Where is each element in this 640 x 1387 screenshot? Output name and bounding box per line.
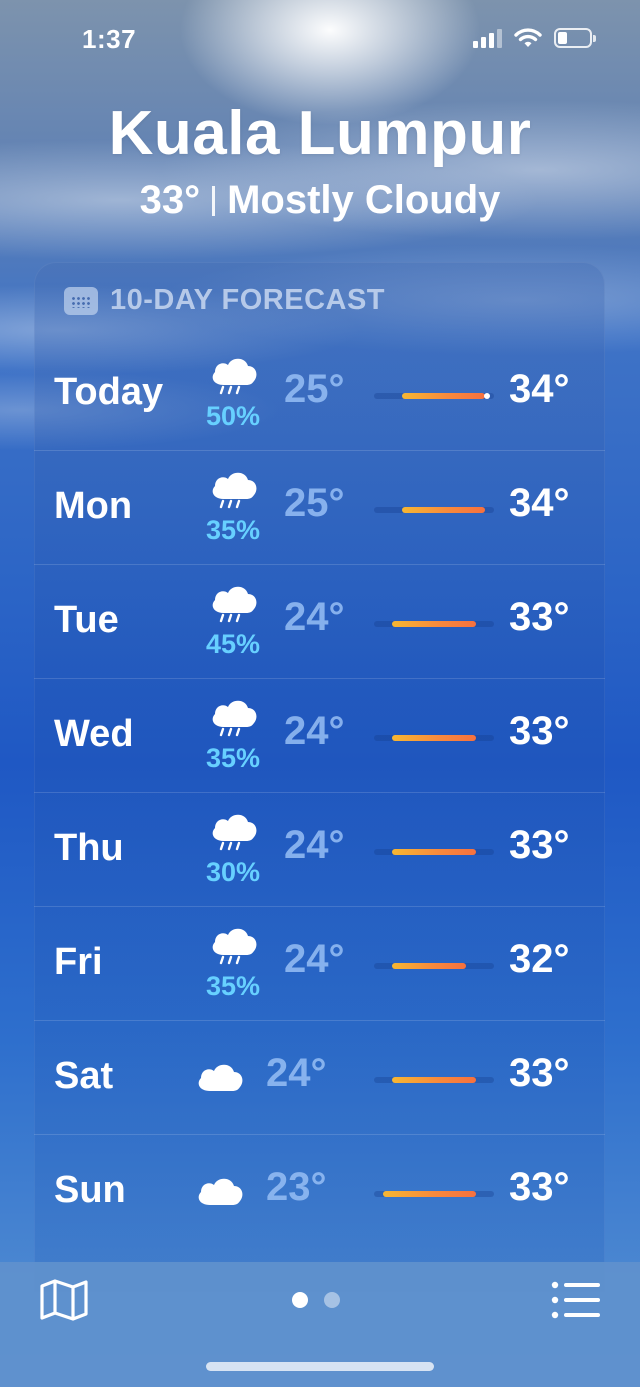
cloud-icon (198, 1064, 243, 1091)
temp-range-bar (401, 507, 485, 513)
status-time: 1:37 (82, 24, 137, 54)
forecast-card: 10-DAY FORECAST Today 50% 25° 34° Mon 35% 25° 3… (34, 262, 605, 1292)
low-temp: 24° (284, 937, 345, 981)
day-label: Today (54, 371, 164, 413)
list-icon[interactable] (550, 1279, 602, 1321)
temp-range-bar (392, 849, 476, 855)
low-temp: 24° (266, 1051, 327, 1095)
day-label: Sat (54, 1055, 114, 1097)
cellular-signal-icon (473, 28, 502, 48)
cloud-rain-icon (212, 700, 257, 737)
temp-range-track (374, 621, 494, 627)
city-name: Kuala Lumpur (108, 99, 532, 168)
temp-range-bar (392, 963, 467, 969)
temp-range-track (374, 1077, 494, 1083)
low-temp: 25° (284, 367, 345, 411)
high-temp: 33° (509, 1051, 570, 1095)
weather-icon-group (196, 1035, 270, 1125)
forecast-row[interactable]: Sun 23° 33° (34, 1134, 605, 1248)
forecast-row[interactable]: Wed 35% 24° 33° (34, 678, 605, 792)
forecast-list: Today 50% 25° 34° Mon 35% 25° 34° Tue 45% 24° 33° We… (34, 337, 605, 1248)
cloud-icon (198, 1178, 243, 1205)
weather-icon-group: 50% (196, 351, 270, 441)
high-temp: 33° (509, 823, 570, 867)
forecast-row[interactable]: Mon 35% 25° 34° (34, 450, 605, 564)
current-temp-dot (483, 393, 490, 399)
temp-range-track (374, 1191, 494, 1197)
weather-icon-group: 45% (196, 579, 270, 669)
low-temp: 24° (284, 823, 345, 867)
day-label: Mon (54, 485, 133, 527)
forecast-row[interactable]: Thu 30% 24° 33° (34, 792, 605, 906)
battery-icon (554, 28, 596, 48)
current-summary: 33° Mostly Cloudy (0, 178, 640, 223)
weather-icon-group: 30% (196, 807, 270, 897)
temp-range-bar (392, 1077, 476, 1083)
separator (212, 186, 216, 216)
map-icon[interactable] (38, 1277, 90, 1323)
high-temp: 33° (509, 595, 570, 639)
weather-icon-group (196, 1149, 270, 1239)
page-indicator[interactable] (292, 1292, 340, 1308)
precip-chance: 35% (205, 743, 261, 773)
cloud-rain-icon (212, 814, 257, 851)
page-dot-1[interactable] (292, 1292, 308, 1308)
day-label: Tue (54, 599, 119, 641)
day-label: Wed (54, 713, 134, 755)
home-indicator[interactable] (206, 1362, 434, 1371)
low-temp: 24° (284, 595, 345, 639)
high-temp: 34° (509, 367, 570, 411)
current-temp: 33° (139, 178, 201, 222)
weather-icon-group: 35% (196, 693, 270, 783)
day-label: Thu (54, 827, 124, 869)
temp-range-bar (392, 735, 476, 741)
temp-range-track (374, 393, 494, 399)
day-label: Fri (54, 941, 103, 983)
precip-chance: 50% (205, 401, 261, 431)
forecast-row[interactable]: Sat 24° 33° (34, 1020, 605, 1134)
temp-range-bar (392, 621, 476, 627)
calendar-icon (64, 286, 98, 315)
wifi-icon (514, 28, 542, 47)
temp-range-track (374, 735, 494, 741)
weather-icon-group: 35% (196, 921, 270, 1011)
low-temp: 24° (284, 709, 345, 753)
precip-chance: 30% (205, 857, 261, 887)
cloud-rain-icon (212, 358, 257, 395)
precip-chance: 35% (205, 971, 261, 1001)
temp-range-bar (401, 393, 485, 399)
page-dot-2[interactable] (324, 1292, 340, 1308)
high-temp: 32° (509, 937, 570, 981)
current-condition: Mostly Cloudy (227, 178, 501, 222)
forecast-row[interactable]: Fri 35% 24° 32° (34, 906, 605, 1020)
cloud-rain-icon (212, 472, 257, 509)
weather-icon-group: 35% (196, 465, 270, 555)
forecast-header: 10-DAY FORECAST (64, 284, 385, 317)
precip-chance: 35% (205, 515, 261, 545)
low-temp: 23° (266, 1165, 327, 1209)
high-temp: 33° (509, 1165, 570, 1209)
cloud-rain-icon (212, 586, 257, 623)
high-temp: 33° (509, 709, 570, 753)
temp-range-track (374, 963, 494, 969)
temp-range-track (374, 849, 494, 855)
precip-chance: 45% (205, 629, 261, 659)
forecast-title: 10-DAY FORECAST (110, 284, 386, 316)
temp-range-bar (383, 1191, 476, 1197)
low-temp: 25° (284, 481, 345, 525)
forecast-row[interactable]: Today 50% 25° 34° (34, 337, 605, 450)
status-icons (473, 26, 596, 50)
cloud-rain-icon (212, 928, 257, 965)
forecast-row[interactable]: Tue 45% 24° 33° (34, 564, 605, 678)
temp-range-track (374, 507, 494, 513)
high-temp: 34° (509, 481, 570, 525)
day-label: Sun (54, 1169, 126, 1211)
